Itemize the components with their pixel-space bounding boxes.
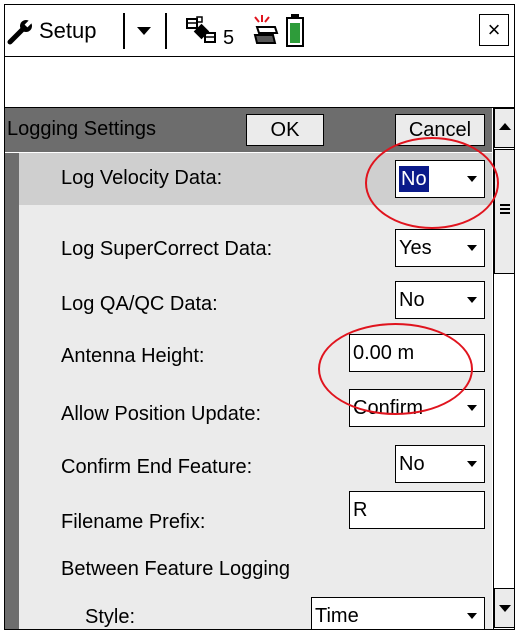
battery-icon[interactable] bbox=[285, 13, 305, 47]
separator bbox=[123, 13, 125, 49]
setting-label: Log SuperCorrect Data: bbox=[61, 238, 273, 260]
chevron-down-icon bbox=[467, 613, 477, 619]
section-heading: Between Feature Logging bbox=[61, 558, 291, 580]
wrench-icon bbox=[7, 17, 35, 45]
setting-label: Allow Position Update: bbox=[61, 403, 262, 425]
log-qaqc-dropdown[interactable]: No bbox=[395, 281, 485, 319]
scroll-up-button[interactable] bbox=[494, 108, 514, 148]
logging-style-dropdown[interactable]: Time bbox=[311, 597, 485, 629]
form-title: Logging Settings bbox=[7, 118, 157, 140]
app-title: Setup bbox=[39, 18, 97, 43]
grip-icon bbox=[500, 212, 510, 214]
chevron-down-icon bbox=[467, 245, 477, 251]
log-supercorrect-dropdown[interactable]: Yes bbox=[395, 229, 485, 267]
scroll-down-button[interactable] bbox=[494, 588, 514, 628]
filename-prefix-input[interactable]: R bbox=[349, 491, 485, 529]
input-value: R bbox=[353, 499, 368, 521]
left-margin bbox=[5, 153, 19, 629]
setting-label: Antenna Height: bbox=[61, 345, 205, 367]
setting-label: Confirm End Feature: bbox=[61, 456, 253, 478]
confirm-end-feature-dropdown[interactable]: No bbox=[395, 445, 485, 483]
setting-label: Filename Prefix: bbox=[61, 511, 206, 533]
ok-button[interactable]: OK bbox=[246, 114, 324, 146]
setting-label: Log QA/QC Data: bbox=[61, 293, 218, 315]
setup-menu[interactable]: Setup bbox=[7, 15, 97, 47]
dropdown-value: Yes bbox=[399, 237, 432, 259]
scroll-thumb[interactable] bbox=[494, 149, 514, 274]
setting-label: Log Velocity Data: bbox=[61, 167, 223, 189]
satellite-icon[interactable] bbox=[185, 15, 219, 47]
setting-label: Style: bbox=[85, 606, 136, 628]
gnss-receiver-icon[interactable] bbox=[249, 13, 281, 47]
satellite-count: 5 bbox=[223, 27, 235, 49]
title-bar: Setup 5 × bbox=[5, 5, 514, 57]
arrow-up-icon bbox=[499, 123, 511, 130]
device-screen: Setup 5 × Logging Settings OK Cancel Log… bbox=[4, 4, 515, 630]
dropdown-arrow-icon[interactable] bbox=[133, 19, 155, 41]
grip-icon bbox=[500, 208, 510, 210]
annotation-ring bbox=[365, 137, 499, 229]
grip-icon bbox=[500, 204, 510, 206]
arrow-down-icon bbox=[499, 605, 511, 612]
close-button[interactable]: × bbox=[479, 14, 509, 46]
chevron-down-icon bbox=[467, 405, 477, 411]
dropdown-value: Time bbox=[315, 605, 359, 627]
chevron-down-icon bbox=[467, 461, 477, 467]
dropdown-value: No bbox=[399, 453, 425, 475]
dropdown-value: No bbox=[399, 289, 425, 311]
annotation-ring bbox=[318, 323, 473, 415]
command-bar bbox=[5, 57, 514, 108]
chevron-down-icon bbox=[467, 297, 477, 303]
separator bbox=[165, 13, 167, 49]
